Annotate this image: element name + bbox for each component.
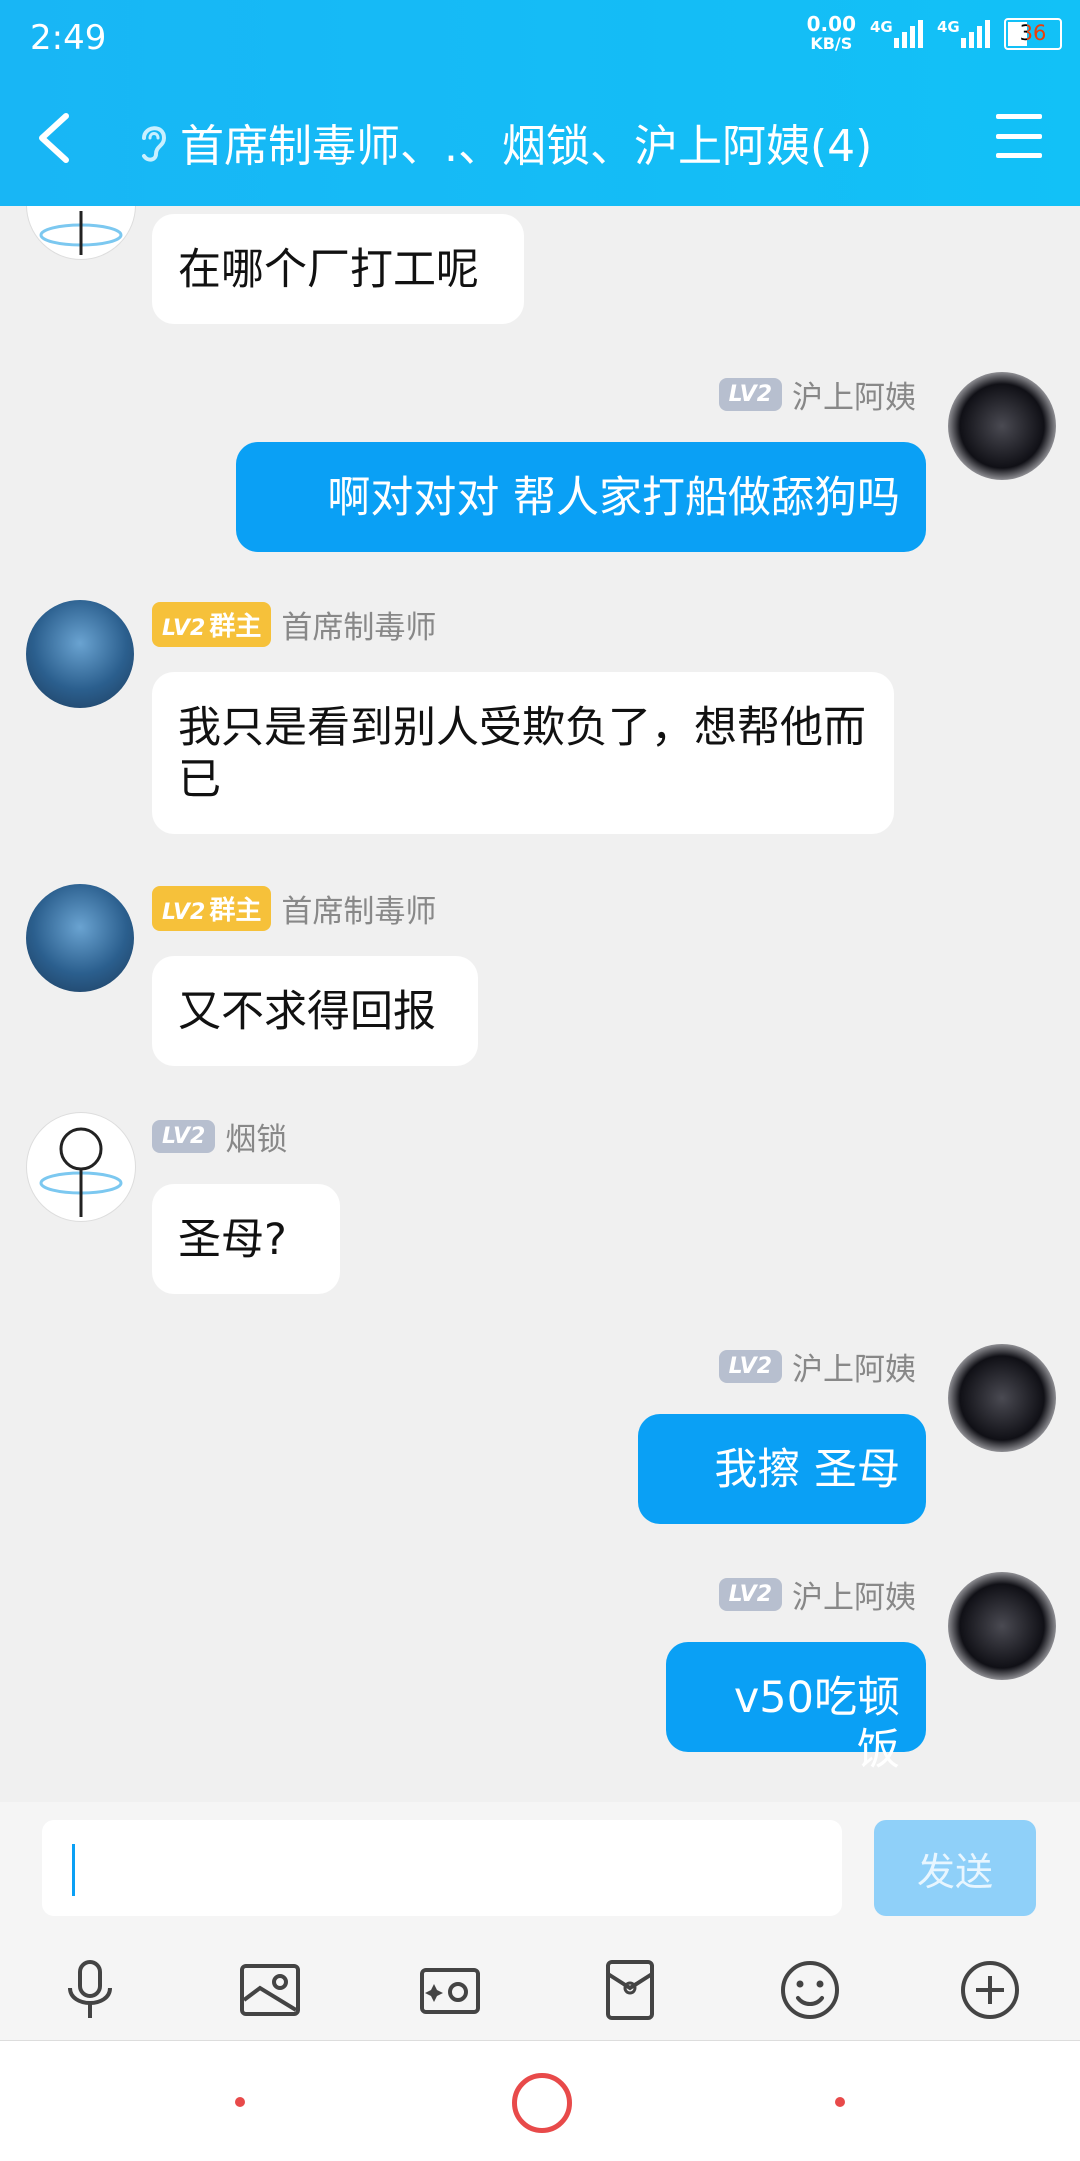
composer: 发送 bbox=[0, 1802, 1080, 1940]
message-meta: LV2 沪上阿姨 bbox=[718, 1344, 916, 1389]
message-meta: LV2 沪上阿姨 bbox=[718, 1572, 916, 1617]
owner-level-badge: LV2 群主 bbox=[152, 602, 272, 647]
level-badge: LV2 bbox=[718, 1578, 782, 1611]
status-time: 2:49 bbox=[30, 18, 107, 58]
chat-title-area[interactable]: 首席制毒师、.、烟锁、沪上阿姨(4) bbox=[134, 110, 872, 174]
sender-name: 烟锁 bbox=[225, 1122, 288, 1158]
message-bubble[interactable]: 我只是看到别人受欺负了，想帮他而已 bbox=[152, 672, 894, 834]
image-button[interactable] bbox=[234, 1954, 306, 2026]
avatar[interactable] bbox=[26, 600, 134, 708]
message-bubble[interactable]: 圣母? bbox=[152, 1184, 340, 1294]
sender-name: 沪上阿姨 bbox=[792, 380, 916, 416]
avatar[interactable] bbox=[948, 1344, 1056, 1452]
plus-icon bbox=[961, 1961, 1019, 2019]
signal-icon: 4G bbox=[937, 18, 990, 48]
message-meta: LV2 沪上阿姨 bbox=[718, 372, 916, 417]
red-packet-icon bbox=[606, 1960, 654, 2020]
sender-name: 首席制毒师 bbox=[281, 894, 437, 930]
level-badge: LV2 bbox=[718, 378, 782, 411]
message-input[interactable] bbox=[42, 1820, 842, 1916]
avatar[interactable] bbox=[948, 1572, 1056, 1680]
system-navbar bbox=[0, 2040, 1080, 2161]
sender-name: 沪上阿姨 bbox=[792, 1352, 916, 1388]
avatar[interactable] bbox=[948, 372, 1056, 480]
camera-button[interactable] bbox=[414, 1954, 486, 2026]
composer-toolbar bbox=[0, 1940, 1080, 2040]
level-badge: LV2 bbox=[152, 1120, 216, 1153]
chat-title: 首席制毒师、.、烟锁、沪上阿姨(4) bbox=[180, 121, 873, 172]
emoji-icon bbox=[781, 1961, 839, 2019]
message-bubble[interactable]: 啊对对对 帮人家打船做舔狗吗 bbox=[236, 442, 926, 552]
battery-icon: 36 bbox=[1004, 18, 1062, 50]
level-badge: LV2 bbox=[718, 1350, 782, 1383]
send-button[interactable]: 发送 bbox=[874, 1820, 1036, 1916]
mic-icon bbox=[68, 1960, 112, 2018]
nav-menu-button[interactable] bbox=[235, 2097, 245, 2107]
red-packet-button[interactable] bbox=[594, 1954, 666, 2026]
message-bubble[interactable]: v50吃顿饭 bbox=[666, 1642, 926, 1775]
message-meta: LV2 群主 首席制毒师 bbox=[152, 602, 436, 647]
message-bubble[interactable]: 在哪个厂打工呢 bbox=[152, 214, 524, 324]
message-list[interactable]: 在哪个厂打工呢 LV2 沪上阿姨 啊对对对 帮人家打船做舔狗吗 LV2 群主 首席… bbox=[0, 206, 1080, 1802]
message-bubble[interactable]: 我擦 圣母 bbox=[638, 1414, 926, 1524]
avatar[interactable] bbox=[26, 206, 136, 260]
owner-level-badge: LV2 群主 bbox=[152, 886, 272, 931]
app-header: 2:49 0.00 KB/S 4G 4G 36 首席制毒师、.、烟锁、沪上阿姨(… bbox=[0, 0, 1080, 206]
message-meta: LV2 烟锁 bbox=[152, 1114, 287, 1159]
chevron-left-icon bbox=[39, 113, 69, 163]
network-speed: 0.00 KB/S bbox=[806, 12, 856, 53]
image-icon bbox=[240, 1964, 300, 2016]
message-meta: LV2 群主 首席制毒师 bbox=[152, 886, 436, 931]
message-bubble[interactable]: 又不求得回报 bbox=[152, 956, 478, 1066]
sender-name: 首席制毒师 bbox=[281, 610, 437, 646]
sender-name: 沪上阿姨 bbox=[792, 1580, 916, 1616]
nav-back-button[interactable] bbox=[835, 2097, 845, 2107]
camera-icon bbox=[420, 1968, 480, 2014]
more-button[interactable] bbox=[954, 1954, 1026, 2026]
back-button[interactable] bbox=[26, 108, 86, 168]
emoji-button[interactable] bbox=[774, 1954, 846, 2026]
avatar[interactable] bbox=[26, 884, 134, 992]
ear-icon bbox=[142, 126, 167, 162]
mic-button[interactable] bbox=[54, 1954, 126, 2026]
menu-button[interactable] bbox=[996, 114, 1042, 158]
status-icons: 0.00 KB/S 4G 4G 36 bbox=[807, 14, 1062, 54]
signal-icon: 4G bbox=[870, 18, 923, 48]
text-cursor bbox=[72, 1844, 75, 1896]
avatar[interactable] bbox=[26, 1112, 136, 1222]
menu-icon bbox=[996, 114, 1042, 119]
nav-home-button[interactable] bbox=[512, 2073, 572, 2133]
